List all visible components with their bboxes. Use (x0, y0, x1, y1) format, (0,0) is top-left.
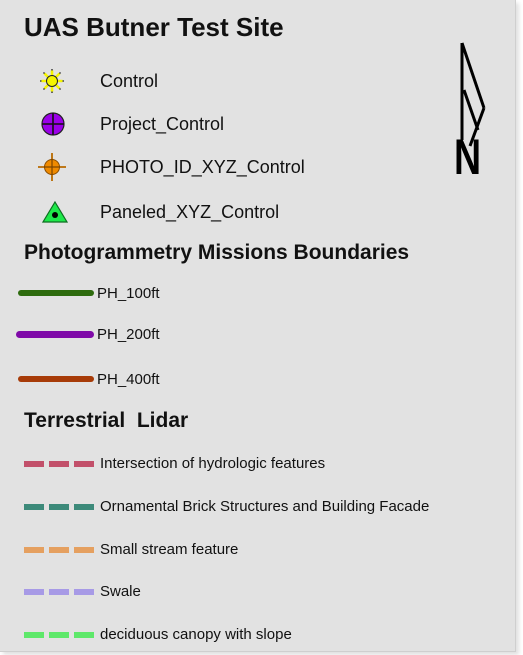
legend-label: Control (100, 71, 159, 91)
legend-label: Small stream feature (100, 541, 239, 558)
legend-label: PH_100ft (97, 285, 160, 302)
map-legend: UAS Butner Test Site N Control Project_C… (0, 0, 516, 652)
legend-item-ph-400ft: PH_400ft (0, 368, 400, 392)
boundaries-heading: Photogrammetry Missions Boundaries (24, 241, 410, 264)
line-swatch (18, 290, 94, 296)
crosshair-icon (38, 153, 66, 181)
legend-item-control: Control (0, 64, 450, 98)
lidar-heading: Terrestrial Lidar (24, 409, 189, 432)
legend-item-intersection-hydrologic: Intersection of hydrologic features (0, 452, 515, 476)
dashed-line-swatch (24, 632, 94, 638)
line-swatch (18, 376, 94, 382)
legend-item-ph-200ft: PH_200ft (0, 323, 400, 347)
legend-label: Ornamental Brick Structures and Building… (100, 498, 430, 515)
legend-label: PH_200ft (97, 326, 160, 343)
legend-label: Intersection of hydrologic features (100, 455, 326, 472)
sun-icon (40, 69, 64, 93)
legend-item-small-stream: Small stream feature (0, 538, 515, 562)
line-swatch (16, 331, 94, 338)
legend-item-photo-id-xyz-control: PHOTO_ID_XYZ_Control (0, 150, 450, 184)
legend-label: Swale (100, 583, 141, 600)
dashed-line-swatch (24, 461, 94, 467)
legend-item-swale: Swale (0, 580, 515, 604)
legend-label: Project_Control (100, 114, 225, 134)
legend-label: PHOTO_ID_XYZ_Control (100, 157, 305, 177)
legend-item-deciduous-canopy: deciduous canopy with slope (0, 623, 515, 647)
dashed-line-swatch (24, 547, 94, 553)
dashed-line-swatch (24, 589, 94, 595)
legend-title: UAS Butner Test Site (24, 12, 284, 42)
triangle-dot-icon (42, 201, 68, 223)
legend-item-ph-100ft: PH_100ft (0, 282, 400, 306)
north-letter: N (454, 129, 482, 185)
dashed-line-swatch (24, 504, 94, 510)
legend-label: deciduous canopy with slope (100, 626, 292, 643)
legend-label: PH_400ft (97, 371, 160, 388)
circle-cross-icon (41, 112, 65, 136)
legend-item-ornamental-brick: Ornamental Brick Structures and Building… (0, 495, 515, 519)
legend-item-project-control: Project_Control (0, 107, 450, 141)
legend-item-paneled-xyz-control: Paneled_XYZ_Control (0, 195, 450, 229)
legend-label: Paneled_XYZ_Control (100, 202, 280, 222)
